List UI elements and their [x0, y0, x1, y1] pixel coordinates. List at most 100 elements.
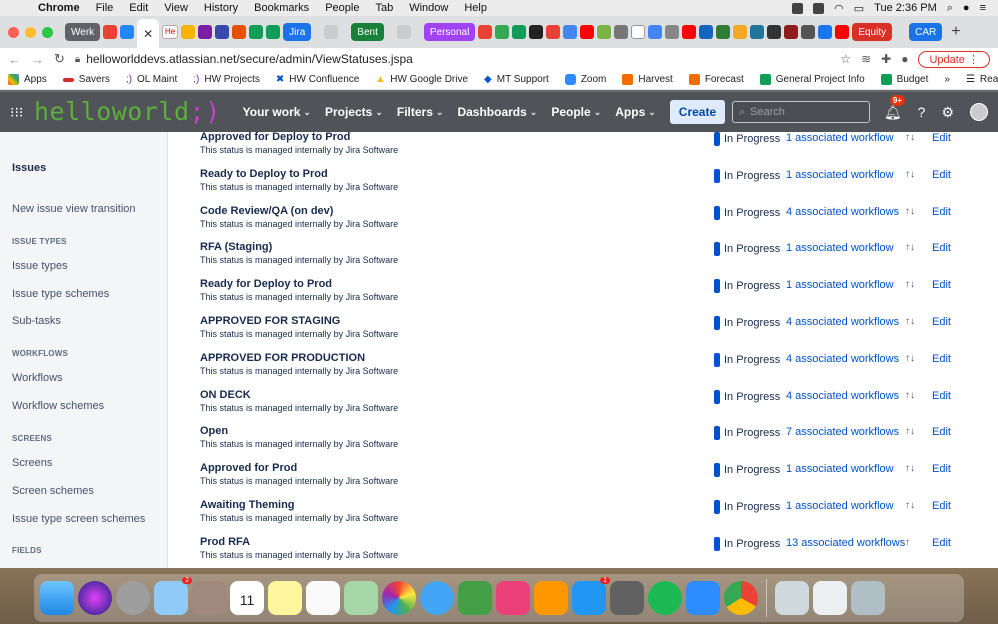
- trash-icon[interactable]: [851, 581, 885, 615]
- photos-icon[interactable]: [382, 581, 416, 615]
- nav-people[interactable]: People ⌄: [551, 105, 601, 119]
- bookmark-savers[interactable]: Savers: [62, 74, 110, 85]
- sidebar-item-screens[interactable]: Screens: [12, 457, 52, 469]
- tab-favicon[interactable]: [784, 25, 799, 39]
- associated-workflows-link[interactable]: 4 associated workflows: [786, 316, 899, 328]
- youtube-tab-icon[interactable]: [682, 25, 697, 39]
- edit-status-link[interactable]: Edit: [932, 500, 951, 512]
- zoom-icon[interactable]: [686, 581, 720, 615]
- reorder-arrows-icon[interactable]: ↑↓: [905, 353, 915, 364]
- google-tab-icon[interactable]: [648, 25, 663, 39]
- tab-favicon[interactable]: [181, 25, 196, 39]
- edit-status-link[interactable]: Edit: [932, 390, 951, 402]
- tab-favicon[interactable]: [767, 25, 782, 39]
- address-bar[interactable]: 🔒︎ helloworlddevs.atlassian.net/secure/a…: [75, 52, 830, 66]
- user-avatar[interactable]: [970, 103, 988, 121]
- music-icon[interactable]: [496, 581, 530, 615]
- reminders-icon[interactable]: [306, 581, 340, 615]
- bookmark-mt-support[interactable]: ◆ MT Support: [484, 74, 549, 85]
- associated-workflows-link[interactable]: 1 associated workflow: [786, 500, 894, 512]
- nav-projects[interactable]: Projects ⌄: [325, 105, 383, 119]
- chrome-icon[interactable]: [724, 581, 758, 615]
- reading-list[interactable]: ☰ Reading List: [966, 74, 998, 85]
- maps-icon[interactable]: [344, 581, 378, 615]
- sidebar-item-issue-types[interactable]: Issue types: [12, 260, 68, 272]
- reorder-arrows-icon[interactable]: ↑↓: [905, 390, 915, 401]
- status-app-icon[interactable]: [813, 2, 825, 14]
- associated-workflows-link[interactable]: 1 associated workflow: [786, 242, 894, 254]
- facebook-tab-icon[interactable]: [818, 25, 833, 39]
- bookmark-zoom[interactable]: Zoom: [564, 74, 606, 85]
- sidebar-item-issue-type-screen-schemes[interactable]: Issue type screen schemes: [12, 513, 145, 525]
- facetime-icon[interactable]: [458, 581, 492, 615]
- reorder-arrows-icon[interactable]: ↑↓: [905, 500, 915, 511]
- sidebar-item-issues[interactable]: Issues: [12, 162, 46, 174]
- launchpad-icon[interactable]: [116, 581, 150, 615]
- messages-icon[interactable]: [420, 581, 454, 615]
- tab-group-equity[interactable]: Equity: [852, 23, 893, 41]
- site-logo[interactable]: helloworld;): [34, 92, 221, 132]
- help-icon[interactable]: ?: [918, 104, 926, 120]
- nav-your-work[interactable]: Your work ⌄: [243, 105, 311, 119]
- status-app-icon[interactable]: [792, 2, 804, 14]
- associated-workflows-link[interactable]: 13 associated workflows: [786, 537, 905, 549]
- tab-favicon[interactable]: [529, 25, 544, 39]
- edit-status-link[interactable]: Edit: [932, 169, 951, 181]
- gmail-tab-icon[interactable]: [103, 25, 118, 39]
- menu-file[interactable]: File: [88, 2, 122, 14]
- mail-icon[interactable]: 2: [154, 577, 192, 615]
- reorder-arrows-icon[interactable]: ↑↓: [905, 132, 915, 143]
- edit-status-link[interactable]: Edit: [932, 316, 951, 328]
- extensions-puzzle-icon[interactable]: ✚: [881, 52, 891, 66]
- nav-apps[interactable]: Apps ⌄: [615, 105, 656, 119]
- tab-group-bent[interactable]: Bent: [351, 23, 384, 41]
- menu-edit[interactable]: Edit: [121, 2, 156, 14]
- sheets-tab-icon[interactable]: [266, 25, 281, 39]
- bookmarks-overflow[interactable]: »: [944, 74, 950, 85]
- edit-status-link[interactable]: Edit: [932, 279, 951, 291]
- bookmark-hw-google-drive[interactable]: ▲ HW Google Drive: [375, 74, 468, 85]
- new-tab-button[interactable]: +: [951, 23, 960, 41]
- edit-status-link[interactable]: Edit: [932, 206, 951, 218]
- reorder-arrows-icon[interactable]: ↑↓: [905, 316, 915, 327]
- edit-status-link[interactable]: Edit: [932, 242, 951, 254]
- extension-icon[interactable]: ≋: [861, 52, 871, 66]
- tab-favicon[interactable]: [563, 25, 578, 39]
- reload-icon[interactable]: ↻: [54, 51, 65, 67]
- menu-history[interactable]: History: [196, 2, 246, 14]
- associated-workflows-link[interactable]: 1 associated workflow: [786, 132, 894, 144]
- bookmark-forecast[interactable]: Forecast: [688, 74, 744, 85]
- notes-icon[interactable]: [268, 581, 302, 615]
- bookmark-star-icon[interactable]: ☆: [840, 52, 851, 66]
- url-text[interactable]: helloworlddevs.atlassian.net/secure/admi…: [86, 52, 413, 66]
- associated-workflows-link[interactable]: 4 associated workflows: [786, 353, 899, 365]
- edit-status-link[interactable]: Edit: [932, 426, 951, 438]
- tab-favicon[interactable]: [396, 25, 411, 39]
- sheets-tab-icon[interactable]: [249, 25, 264, 39]
- reorder-arrows-icon[interactable]: ↑↓: [905, 206, 915, 217]
- tab-favicon[interactable]: [198, 25, 213, 39]
- reorder-arrows-icon[interactable]: ↑↓: [905, 279, 915, 290]
- system-preferences-icon[interactable]: [610, 581, 644, 615]
- bookmark-hw-projects[interactable]: ;) HW Projects: [193, 74, 260, 85]
- reorder-arrows-icon[interactable]: ↑↓: [905, 242, 915, 253]
- associated-workflows-link[interactable]: 4 associated workflows: [786, 206, 899, 218]
- edit-status-link[interactable]: Edit: [932, 132, 951, 144]
- tab-group-werk[interactable]: Werk: [65, 23, 101, 41]
- menu-bookmarks[interactable]: Bookmarks: [246, 2, 317, 14]
- reorder-arrows-icon[interactable]: ↑↓: [905, 426, 915, 437]
- tab-favicon[interactable]: [665, 25, 680, 39]
- settings-gear-icon[interactable]: ⚙: [941, 104, 954, 121]
- contacts-icon[interactable]: [192, 581, 226, 615]
- books-icon[interactable]: [534, 581, 568, 615]
- downloads-stack-icon[interactable]: [775, 581, 809, 615]
- reorder-arrows-icon[interactable]: ↑↓: [905, 169, 915, 180]
- menu-help[interactable]: Help: [456, 2, 495, 14]
- menu-chrome[interactable]: Chrome: [30, 2, 88, 14]
- sidebar-item-issue-type-schemes[interactable]: Issue type schemes: [12, 288, 109, 300]
- minimize-window-icon[interactable]: [25, 26, 36, 38]
- reorder-arrows-icon[interactable]: ↑: [905, 537, 910, 548]
- app-store-icon[interactable]: 1: [572, 577, 610, 615]
- zoom-window-icon[interactable]: [42, 26, 53, 38]
- sidebar-item-workflow-schemes[interactable]: Workflow schemes: [12, 400, 104, 412]
